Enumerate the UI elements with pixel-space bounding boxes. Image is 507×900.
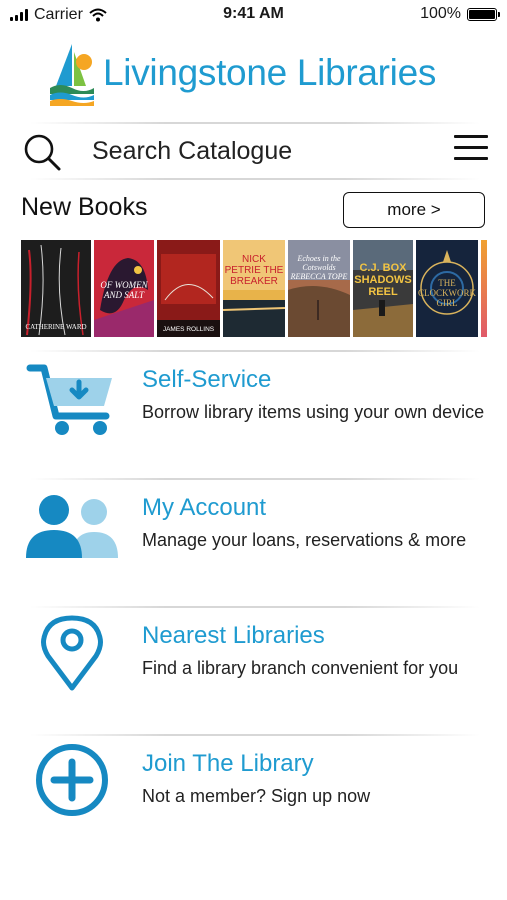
book-cover[interactable]: THE CLOCKWORK GIRL	[416, 240, 478, 337]
book-cover-text: THE CLOCKWORK GIRL	[418, 278, 476, 308]
book-cover[interactable]: C.J. BOX SHADOWS REEL	[353, 240, 413, 337]
new-books-carousel[interactable]: CATHERINE WARD OF WOMEN AND SALT JAMES R…	[21, 240, 487, 337]
book-cover[interactable]: NICK PETRIE THE BREAKER	[223, 240, 285, 337]
book-cover-text: Echoes in the Cotswolds REBECCA TOPE	[290, 254, 348, 281]
book-cover[interactable]	[481, 240, 487, 337]
book-cover-text: JAMES ROLLINS	[162, 326, 215, 333]
app-header: Livingstone Libraries	[0, 36, 507, 116]
battery-icon	[467, 7, 500, 21]
nearest-libraries-item[interactable]: Nearest Libraries Find a library branch …	[0, 614, 507, 732]
new-books-heading: New Books	[21, 193, 148, 221]
cart-icon	[26, 364, 112, 435]
join-library-desc: Not a member? Sign up now	[142, 786, 371, 806]
divider	[30, 178, 480, 180]
my-account-title: My Account	[142, 494, 267, 521]
users-icon	[26, 495, 118, 558]
location-pin-icon	[41, 615, 103, 691]
divider	[30, 478, 480, 480]
search-icon[interactable]	[22, 132, 62, 172]
divider	[30, 350, 480, 352]
my-account-item[interactable]: My Account Manage your loans, reservatio…	[0, 486, 507, 604]
divider	[30, 606, 480, 608]
status-right: 100%	[420, 5, 500, 23]
book-cover[interactable]: OF WOMEN AND SALT	[94, 240, 154, 337]
join-library-item[interactable]: Join The Library Not a member? Sign up n…	[0, 742, 507, 860]
search-bar	[0, 124, 507, 176]
book-cover[interactable]: Echoes in the Cotswolds REBECCA TOPE	[288, 240, 350, 337]
plus-circle-icon	[36, 744, 108, 816]
book-cover-text: OF WOMEN AND SALT	[100, 280, 148, 300]
library-logo-icon	[50, 44, 94, 106]
divider	[30, 734, 480, 736]
book-cover[interactable]: CATHERINE WARD	[21, 240, 91, 337]
more-books-button[interactable]: more >	[343, 192, 485, 228]
self-service-title: Self-Service	[142, 366, 272, 393]
battery-percent: 100%	[420, 5, 461, 22]
search-input[interactable]	[90, 134, 394, 168]
nearest-libraries-desc: Find a library branch convenient for you	[142, 658, 459, 678]
hamburger-menu-icon[interactable]	[454, 134, 488, 162]
self-service-item[interactable]: Self-Service Borrow library items using …	[0, 358, 507, 476]
join-library-title: Join The Library	[142, 750, 314, 777]
my-account-desc: Manage your loans, reservations & more	[142, 530, 467, 550]
book-cover-text: CATHERINE WARD	[25, 323, 87, 331]
book-cover-text: C.J. BOX SHADOWS REEL	[354, 262, 412, 298]
book-cover[interactable]: JAMES ROLLINS	[157, 240, 220, 337]
nearest-libraries-title: Nearest Libraries	[142, 622, 325, 649]
book-cover-text: NICK PETRIE THE BREAKER	[224, 254, 284, 287]
status-bar: Carrier 9:41 AM 100%	[0, 0, 507, 30]
brand-title: Livingstone Libraries	[103, 52, 437, 93]
self-service-desc: Borrow library items using your own devi…	[142, 402, 485, 422]
